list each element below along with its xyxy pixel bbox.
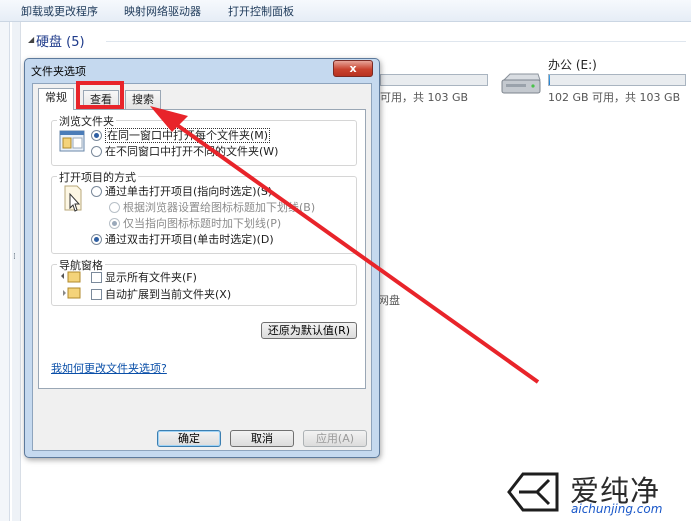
- tab-general[interactable]: 常规: [38, 88, 74, 110]
- browse-window-icon: [59, 130, 85, 152]
- pane-splitter[interactable]: [12, 22, 21, 521]
- radio-disabled-icon: [109, 202, 120, 213]
- folder-tree-icon: [61, 271, 81, 299]
- map-network-drive-button[interactable]: 映射网络驱动器: [124, 3, 201, 19]
- checkbox-icon: [91, 272, 102, 283]
- ok-button[interactable]: 确定: [157, 430, 221, 447]
- checkbox-icon: [91, 289, 102, 300]
- watermark-logo: [507, 472, 559, 512]
- radio-icon: [91, 186, 102, 197]
- tab-search[interactable]: 搜索: [125, 90, 161, 109]
- hard-disks-section-title[interactable]: 硬盘 (5): [36, 31, 85, 50]
- network-disk-label[interactable]: 网盘: [378, 292, 400, 308]
- annotation-highlight-box: [76, 81, 124, 109]
- radio-single-click[interactable]: 通过单击打开项目(指向时选定)(S): [91, 183, 272, 199]
- navigation-pane[interactable]: [0, 22, 10, 521]
- checkbox-auto-expand[interactable]: 自动扩展到当前文件夹(X): [91, 286, 231, 302]
- radio-double-click[interactable]: 通过双击打开项目(单击时选定)(D): [91, 231, 274, 247]
- general-tab-panel: 浏览文件夹 在同一窗口中打开每个文件夹(M) 在不同窗口中打开不同的文件夹(W)…: [38, 109, 366, 389]
- radio-selected-icon: [91, 130, 102, 141]
- radio-icon: [91, 146, 102, 157]
- drive-e-space-text: 102 GB 可用，共 103 GB: [548, 91, 681, 104]
- collapse-arrow-icon[interactable]: ◢: [28, 35, 34, 44]
- checkbox-show-all-folders[interactable]: 显示所有文件夹(F): [91, 269, 197, 285]
- click-pointer-icon: [64, 185, 82, 212]
- section-divider: [106, 41, 686, 42]
- dialog-title: 文件夹选项: [31, 65, 86, 78]
- help-link[interactable]: 我如何更改文件夹选项?: [51, 360, 167, 376]
- hard-drive-icon: [501, 73, 541, 94]
- radio-new-window[interactable]: 在不同窗口中打开不同的文件夹(W): [91, 143, 278, 159]
- close-button[interactable]: x: [333, 60, 373, 77]
- folder-options-dialog: 文件夹选项 x 常规 查看 搜索 浏览文件夹 在同一窗口中打开每个文件夹(M) …: [24, 58, 380, 458]
- radio-selected-icon: [91, 234, 102, 245]
- command-bar: 卸载或更改程序 映射网络驱动器 打开控制面板: [0, 0, 691, 22]
- splitter-grip-icon: ⁞: [13, 252, 16, 262]
- watermark-url: aichunjing.com: [571, 502, 663, 516]
- restore-defaults-button[interactable]: 还原为默认值(R): [261, 322, 357, 339]
- drive-e-usage-bar: [548, 74, 686, 86]
- uninstall-program-button[interactable]: 卸载或更改程序: [21, 3, 98, 19]
- dialog-body: 常规 查看 搜索 浏览文件夹 在同一窗口中打开每个文件夹(M) 在不同窗口中打开…: [32, 83, 372, 451]
- apply-button[interactable]: 应用(A): [303, 430, 367, 447]
- cancel-button[interactable]: 取消: [230, 430, 294, 447]
- open-control-panel-button[interactable]: 打开控制面板: [228, 3, 294, 19]
- drive-e-name[interactable]: 办公 (E:): [548, 56, 597, 73]
- drive-usage-bar: [380, 74, 488, 86]
- radio-underline-browser[interactable]: 根据浏览器设置给图标标题加下划线(B): [109, 199, 315, 215]
- radio-underline-hover[interactable]: 仅当指向图标标题时加下划线(P): [109, 215, 281, 231]
- radio-same-window[interactable]: 在同一窗口中打开每个文件夹(M): [91, 127, 271, 143]
- radio-disabled-selected-icon: [109, 218, 120, 229]
- drive-space-text: 可用，共 103 GB: [380, 91, 469, 104]
